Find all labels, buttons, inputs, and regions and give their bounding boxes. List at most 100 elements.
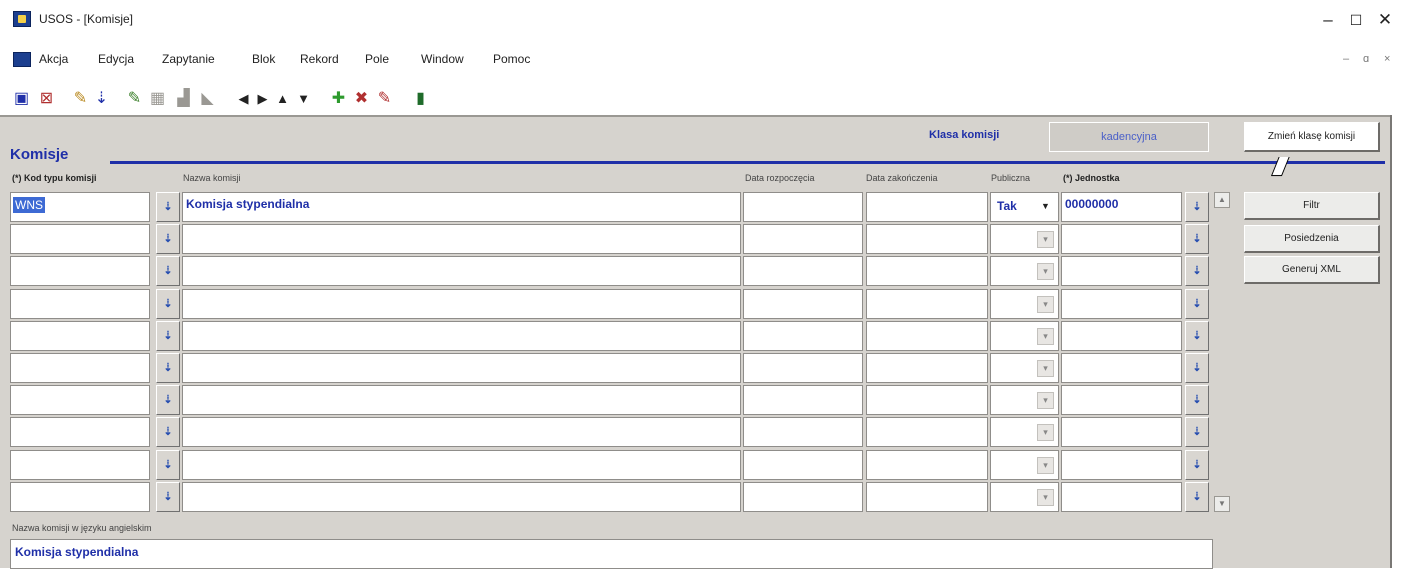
- up-icon[interactable]: ▲: [273, 89, 292, 108]
- dropdown-arrow-icon[interactable]: ▼: [1037, 199, 1054, 216]
- kod-typu-field[interactable]: [10, 353, 150, 383]
- jednostka-field[interactable]: [1061, 321, 1182, 351]
- jednostka-field[interactable]: [1061, 353, 1182, 383]
- nazwa-komisji-field[interactable]: [182, 289, 741, 319]
- generuj-xml-button[interactable]: Generuj XML: [1244, 256, 1380, 284]
- data-rozpoczecia-field[interactable]: [743, 417, 863, 447]
- jednostka-field[interactable]: [1061, 417, 1182, 447]
- english-name-field[interactable]: Komisja stypendialna: [10, 539, 1213, 569]
- dropdown-arrow-icon[interactable]: ▾: [1037, 457, 1054, 474]
- scroll-down-arrow-icon[interactable]: ▼: [1214, 496, 1230, 512]
- data-zakonczenia-field[interactable]: [866, 385, 988, 415]
- kod-lov-button-icon[interactable]: ⇣: [156, 450, 180, 480]
- data-rozpoczecia-field[interactable]: [743, 450, 863, 480]
- bookmark-icon[interactable]: ◣: [198, 89, 217, 108]
- kod-lov-button-icon[interactable]: ⇣: [156, 385, 180, 415]
- prev-icon[interactable]: ◀: [234, 89, 253, 108]
- jednostka-field[interactable]: [1061, 450, 1182, 480]
- dropdown-arrow-icon[interactable]: ▾: [1037, 360, 1054, 377]
- menu-akcja[interactable]: Akcja: [39, 52, 68, 66]
- posiedzenia-button[interactable]: Posiedzenia: [1244, 225, 1380, 253]
- menu-blok[interactable]: Blok: [252, 52, 275, 66]
- data-rozpoczecia-field[interactable]: [743, 289, 863, 319]
- data-zakonczenia-field[interactable]: [866, 417, 988, 447]
- clear-icon[interactable]: ✎: [375, 89, 394, 108]
- jednostka-lov-button-icon[interactable]: ⇣: [1185, 321, 1209, 351]
- jednostka-field[interactable]: [1061, 482, 1182, 512]
- jednostka-lov-button-icon[interactable]: ⇣: [1185, 192, 1209, 222]
- jednostka-lov-button-icon[interactable]: ⇣: [1185, 417, 1209, 447]
- nazwa-komisji-field[interactable]: [182, 385, 741, 415]
- door-icon[interactable]: ▮: [411, 89, 430, 108]
- scroll-up-arrow-icon[interactable]: ▲: [1214, 192, 1230, 208]
- publiczna-dropdown[interactable]: ▾: [990, 256, 1059, 286]
- nazwa-komisji-field[interactable]: [182, 321, 741, 351]
- menu-rekord[interactable]: Rekord: [300, 52, 339, 66]
- edit-icon[interactable]: ✎: [71, 89, 90, 108]
- jednostka-field[interactable]: [1061, 224, 1182, 254]
- mdi-close-button[interactable]: ×: [1384, 53, 1390, 65]
- kod-typu-field[interactable]: WNS: [10, 192, 150, 222]
- data-zakonczenia-field[interactable]: [866, 482, 988, 512]
- data-rozpoczecia-field[interactable]: [743, 353, 863, 383]
- kod-lov-button-icon[interactable]: ⇣: [156, 482, 180, 512]
- publiczna-dropdown[interactable]: Tak ▼: [990, 192, 1059, 222]
- data-zakonczenia-field[interactable]: [866, 450, 988, 480]
- publiczna-dropdown[interactable]: ▾: [990, 224, 1059, 254]
- publiczna-dropdown[interactable]: ▾: [990, 385, 1059, 415]
- data-rozpoczecia-field[interactable]: [743, 224, 863, 254]
- menu-pomoc[interactable]: Pomoc: [493, 52, 530, 66]
- chart-icon[interactable]: ▟: [174, 89, 193, 108]
- data-zakonczenia-field[interactable]: [866, 289, 988, 319]
- filtr-button[interactable]: Filtr: [1244, 192, 1380, 220]
- change-class-button[interactable]: Zmień klasę komisji: [1244, 122, 1380, 152]
- kod-lov-button-icon[interactable]: ⇣: [156, 192, 180, 222]
- kod-typu-field[interactable]: [10, 417, 150, 447]
- dropdown-arrow-icon[interactable]: ▾: [1037, 328, 1054, 345]
- kod-lov-button-icon[interactable]: ⇣: [156, 353, 180, 383]
- dropdown-arrow-icon[interactable]: ▾: [1037, 296, 1054, 313]
- jednostka-field[interactable]: 00000000: [1061, 192, 1182, 222]
- jednostka-field[interactable]: [1061, 256, 1182, 286]
- jednostka-lov-button-icon[interactable]: ⇣: [1185, 224, 1209, 254]
- dropdown-arrow-icon[interactable]: ▾: [1037, 392, 1054, 409]
- nazwa-komisji-field[interactable]: [182, 353, 741, 383]
- dropdown-arrow-icon[interactable]: ▾: [1037, 231, 1054, 248]
- nazwa-komisji-field[interactable]: [182, 224, 741, 254]
- menu-edycja[interactable]: Edycja: [98, 52, 134, 66]
- publiczna-dropdown[interactable]: ▾: [990, 353, 1059, 383]
- jednostka-lov-button-icon[interactable]: ⇣: [1185, 353, 1209, 383]
- kod-lov-button-icon[interactable]: ⇣: [156, 256, 180, 286]
- query-icon[interactable]: ✎: [125, 89, 144, 108]
- kod-lov-button-icon[interactable]: ⇣: [156, 321, 180, 351]
- kod-typu-field[interactable]: [10, 385, 150, 415]
- add-record-icon[interactable]: ✚: [329, 89, 348, 108]
- publiczna-dropdown[interactable]: ▾: [990, 321, 1059, 351]
- minimize-button[interactable]: –: [1313, 8, 1343, 32]
- data-zakonczenia-field[interactable]: [866, 192, 988, 222]
- kod-lov-button-icon[interactable]: ⇣: [156, 417, 180, 447]
- jednostka-lov-button-icon[interactable]: ⇣: [1185, 482, 1209, 512]
- dropdown-arrow-icon[interactable]: ▾: [1037, 489, 1054, 506]
- exit-red-icon[interactable]: ⊠: [37, 89, 56, 108]
- maximize-button[interactable]: ☐: [1341, 8, 1371, 32]
- menu-pole[interactable]: Pole: [365, 52, 389, 66]
- data-zakonczenia-field[interactable]: [866, 224, 988, 254]
- data-rozpoczecia-field[interactable]: [743, 385, 863, 415]
- data-rozpoczecia-field[interactable]: [743, 321, 863, 351]
- publiczna-dropdown[interactable]: ▾: [990, 417, 1059, 447]
- publiczna-dropdown[interactable]: ▾: [990, 482, 1059, 512]
- jednostka-lov-button-icon[interactable]: ⇣: [1185, 385, 1209, 415]
- nazwa-komisji-field[interactable]: [182, 482, 741, 512]
- publiczna-dropdown[interactable]: ▾: [990, 289, 1059, 319]
- download-icon[interactable]: ⇣: [92, 89, 111, 108]
- data-zakonczenia-field[interactable]: [866, 256, 988, 286]
- nazwa-komisji-field[interactable]: [182, 417, 741, 447]
- kod-typu-field[interactable]: [10, 224, 150, 254]
- nazwa-komisji-field[interactable]: [182, 450, 741, 480]
- mdi-minimize-button[interactable]: –: [1343, 53, 1349, 65]
- kod-lov-button-icon[interactable]: ⇣: [156, 224, 180, 254]
- close-button[interactable]: ✕: [1370, 8, 1400, 32]
- kod-typu-field[interactable]: [10, 256, 150, 286]
- data-rozpoczecia-field[interactable]: [743, 192, 863, 222]
